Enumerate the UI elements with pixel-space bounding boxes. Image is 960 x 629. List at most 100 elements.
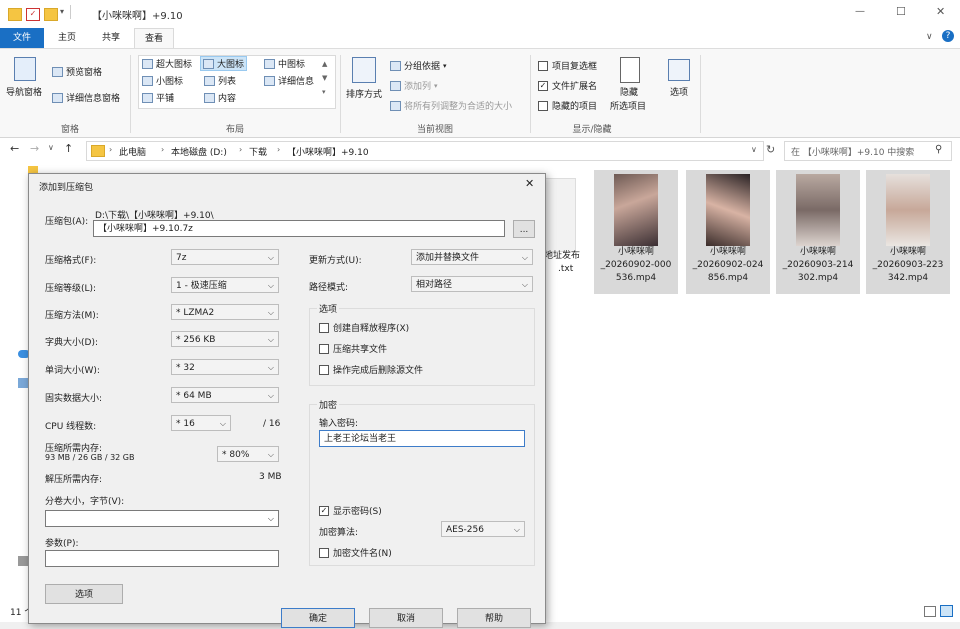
browse-button[interactable]: ... — [513, 220, 535, 238]
enc-method-select[interactable]: AES-256 ⌵ — [441, 521, 525, 537]
archive-name-input[interactable]: 【小咪咪啊】+9.10.7z — [93, 220, 505, 237]
dict-select[interactable]: * 256 KB ⌵ — [171, 331, 279, 347]
hidden-items-toggle[interactable]: 隐藏的项目 — [538, 99, 597, 112]
address-bar[interactable]: › 此电脑 › 本地磁盘 (D:) › 下载 › 【小咪咪啊】+9.10 ∨ — [86, 141, 764, 161]
back-icon[interactable]: ← — [10, 142, 19, 155]
breadcrumb-this-pc[interactable]: 此电脑 — [119, 145, 146, 158]
layout-list[interactable]: 列表 — [204, 74, 236, 87]
layout-small-icons[interactable]: 小图标 — [142, 74, 183, 87]
cancel-button[interactable]: 取消 — [369, 608, 443, 628]
opt-sfx[interactable]: 创建自释放程序(X) — [319, 321, 409, 334]
split-size-input[interactable]: ⌵ — [45, 510, 279, 527]
properties-icon[interactable]: ✓ — [26, 8, 40, 21]
close-button[interactable]: ✕ — [936, 5, 945, 18]
password-input[interactable]: 上老王论坛当老王 — [319, 430, 525, 447]
forward-icon[interactable]: → — [30, 142, 39, 155]
checkbox-checked[interactable]: ✓ — [319, 505, 329, 516]
preview-pane-button[interactable]: 预览窗格 — [52, 65, 102, 78]
help-icon[interactable]: ? — [942, 30, 954, 42]
opt-shared[interactable]: 压缩共享文件 — [319, 342, 387, 355]
cpu-select[interactable]: * 16 ⌵ — [171, 415, 231, 431]
item-checkboxes-toggle[interactable]: 项目复选框 — [538, 59, 597, 72]
tab-share[interactable]: 共享 — [90, 28, 132, 48]
solid-select[interactable]: * 64 MB ⌵ — [171, 387, 279, 403]
method-label: 压缩方法(M): — [45, 311, 99, 321]
mem-comp-select[interactable]: * 80% ⌵ — [217, 446, 279, 462]
fit-columns-button[interactable]: 将所有列调整为合适的大小 — [390, 99, 512, 112]
file-extensions-toggle[interactable]: ✓ 文件扩展名 — [538, 79, 597, 92]
layout-content[interactable]: 内容 — [204, 91, 236, 104]
checkbox[interactable] — [319, 322, 329, 333]
details-view-icon[interactable] — [924, 606, 936, 617]
hide-selected-icon[interactable] — [620, 57, 640, 83]
tab-file[interactable]: 文件 — [0, 28, 44, 48]
new-folder-icon[interactable] — [44, 8, 58, 21]
group-by-button[interactable]: 分组依据 ▾ — [390, 59, 447, 72]
options-icon[interactable] — [668, 59, 690, 81]
large-icons-view-icon[interactable] — [940, 605, 953, 617]
sort-by-button[interactable]: 排序方式 — [346, 87, 382, 100]
recent-locations-icon[interactable]: ∨ — [48, 143, 54, 152]
layout-tiles[interactable]: 平铺 — [142, 91, 174, 104]
breadcrumb-chevron-icon[interactable]: › — [277, 145, 280, 154]
file-tile[interactable]: 小咪咪啊 _20260903-214 302.mp4 — [776, 170, 860, 294]
file-tile[interactable]: 小咪咪啊 _20260903-223 342.mp4 — [866, 170, 950, 294]
options-button[interactable]: 选项 — [45, 584, 123, 604]
checkbox[interactable] — [319, 343, 329, 354]
format-select[interactable]: 7z ⌵ — [171, 249, 279, 265]
breadcrumb-chevron-icon[interactable]: › — [239, 145, 242, 154]
checkbox[interactable] — [538, 60, 548, 71]
file-tile[interactable]: 小咪咪啊 _20260902-024 856.mp4 — [686, 170, 770, 294]
help-button[interactable]: 帮助 — [457, 608, 531, 628]
quick-access-dropdown-icon[interactable]: ▾ — [60, 7, 64, 16]
method-select[interactable]: * LZMA2 ⌵ — [171, 304, 279, 320]
address-dropdown-icon[interactable]: ∨ — [751, 145, 757, 154]
hide-selected-label[interactable]: 隐藏 — [620, 85, 638, 98]
encrypt-names-toggle[interactable]: 加密文件名(N) — [319, 546, 392, 559]
params-input[interactable] — [45, 550, 279, 567]
search-box[interactable]: 在 【小咪咪啊】+9.10 中搜索 ⚲ — [784, 141, 952, 161]
refresh-icon[interactable]: ↻ — [766, 143, 775, 156]
layout-scroll-icon[interactable]: ▲ ▼ ▾ — [322, 57, 327, 99]
path-mode-select[interactable]: 相对路径 ⌵ — [411, 276, 533, 292]
checkbox[interactable] — [538, 100, 548, 111]
text-file-label[interactable]: 地址发布 .txt — [544, 250, 580, 276]
tab-home[interactable]: 主页 — [46, 28, 88, 48]
show-password-toggle[interactable]: ✓ 显示密码(S) — [319, 504, 382, 517]
checkbox[interactable] — [319, 547, 329, 558]
text-file-icon[interactable] — [544, 178, 576, 252]
layout-xl-icons[interactable]: 超大图标 — [142, 57, 192, 70]
add-column-button[interactable]: 添加列 ▾ — [390, 79, 438, 92]
minimize-button[interactable]: — — [855, 6, 865, 17]
opt-delete[interactable]: 操作完成后删除源文件 — [319, 363, 423, 376]
layout-large-icons[interactable]: 大图标 — [200, 56, 248, 71]
nav-pane-button[interactable]: 导航窗格 — [6, 85, 42, 98]
options-button[interactable]: 选项 — [670, 85, 688, 98]
details-pane-button[interactable]: 详细信息窗格 — [52, 91, 120, 104]
checkbox[interactable] — [319, 364, 329, 375]
group-by-icon — [390, 60, 401, 71]
sort-icon[interactable] — [352, 57, 376, 83]
breadcrumb-drive-d[interactable]: 本地磁盘 (D:) — [171, 145, 227, 158]
hide-selected-label-2[interactable]: 所选项目 — [610, 99, 646, 112]
breadcrumb-current-folder[interactable]: 【小咪咪啊】+9.10 — [287, 145, 369, 158]
checkbox-checked[interactable]: ✓ — [538, 80, 548, 91]
up-icon[interactable]: ↑ — [64, 142, 73, 155]
tab-view[interactable]: 查看 — [134, 28, 174, 48]
breadcrumb-downloads[interactable]: 下载 — [249, 145, 267, 158]
maximize-button[interactable]: ☐ — [896, 5, 906, 18]
file-tile[interactable]: 小咪咪啊 _20260902-000 536.mp4 — [594, 170, 678, 294]
layout-medium-icons[interactable]: 中图标 — [264, 57, 305, 70]
update-select[interactable]: 添加并替换文件 ⌵ — [411, 249, 533, 265]
ok-button[interactable]: 确定 — [281, 608, 355, 628]
collapse-ribbon-icon[interactable]: ∨ — [926, 32, 933, 42]
nav-pane-icon[interactable] — [14, 57, 36, 81]
level-select[interactable]: 1 - 极速压缩 ⌵ — [171, 277, 279, 293]
word-select[interactable]: * 32 ⌵ — [171, 359, 279, 375]
search-icon[interactable]: ⚲ — [935, 144, 942, 155]
dialog-close-icon[interactable]: ✕ — [525, 177, 534, 190]
format-value: 7z — [176, 253, 187, 263]
breadcrumb-chevron-icon[interactable]: › — [109, 145, 112, 154]
breadcrumb-chevron-icon[interactable]: › — [161, 145, 164, 154]
layout-details[interactable]: 详细信息 — [264, 74, 314, 87]
